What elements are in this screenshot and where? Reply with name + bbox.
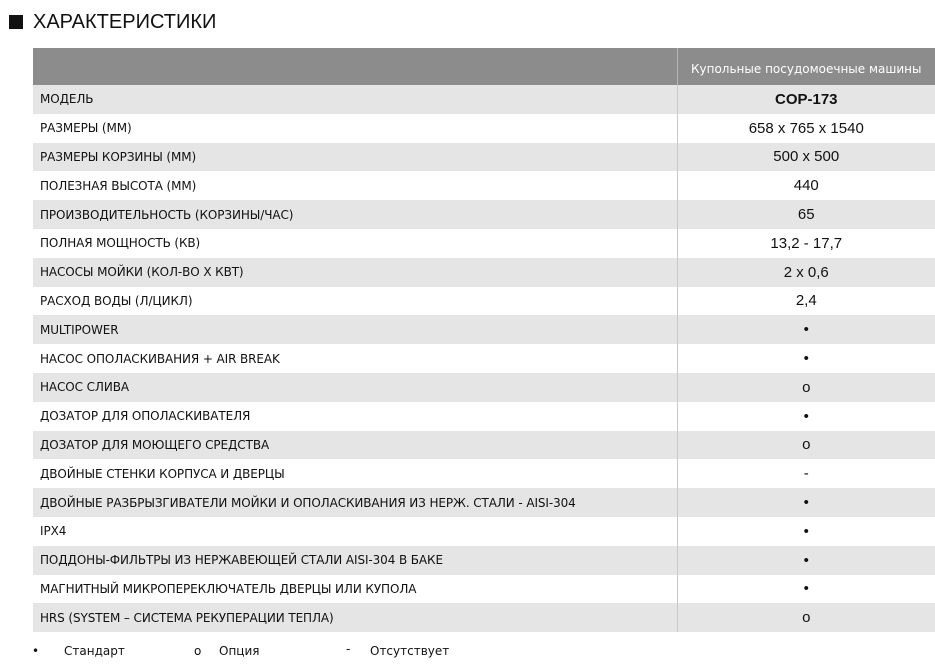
spec-value: • bbox=[676, 574, 935, 604]
spec-value: 2 x 0,6 bbox=[676, 257, 935, 287]
spec-value: • bbox=[676, 488, 935, 517]
table-row: ДВОЙНЫЕ СТЕНКИ КОРПУСА И ДВЕРЦЫ - bbox=[33, 459, 935, 489]
spec-label: НАСОС СЛИВА bbox=[33, 372, 677, 402]
spec-value: 500 x 500 bbox=[676, 142, 935, 172]
spec-label: ПОЛНАЯ МОЩНОСТЬ (КВ) bbox=[33, 228, 677, 258]
table-row: ДВОЙНЫЕ РАЗБРЫЗГИВАТЕЛИ МОЙКИ И ОПОЛАСКИ… bbox=[33, 488, 935, 517]
legend-option-label: Опция bbox=[219, 644, 260, 658]
spec-value: • bbox=[676, 516, 935, 546]
spec-label: МОДЕЛЬ bbox=[33, 85, 677, 114]
section-title: ХАРАКТЕРИСТИКИ bbox=[33, 10, 217, 33]
spec-label: НАСОС ОПОЛАСКИВАНИЯ + AIR BREAK bbox=[33, 344, 677, 373]
table-header-row: Купольные посудомоечные машины bbox=[33, 48, 935, 85]
legend-absent-label: Отсутствует bbox=[370, 644, 450, 658]
specs-table-body: МОДЕЛЬ COP-173 РАЗМЕРЫ (ММ) 658 x 765 x 154… bbox=[33, 85, 935, 633]
spec-label: ПРОИЗВОДИТЕЛЬНОСТЬ (КОРЗИНЫ/ЧАС) bbox=[33, 200, 677, 229]
spec-label: РАЗМЕРЫ КОРЗИНЫ (ММ) bbox=[33, 142, 677, 172]
spec-value: • bbox=[676, 315, 935, 345]
legend-standard-symbol: • bbox=[32, 644, 40, 658]
spec-label: ПОЛЕЗНАЯ ВЫСОТА (ММ) bbox=[33, 171, 677, 201]
spec-value: • bbox=[676, 401, 935, 431]
legend: • Стандарт o Опция - Отсутствует bbox=[0, 642, 935, 662]
spec-label: HRS (SYSTEM – СИСТЕМА РЕКУПЕРАЦИИ ТЕПЛА) bbox=[33, 603, 677, 633]
spec-value: o bbox=[676, 372, 935, 402]
table-row: HRS (SYSTEM – СИСТЕМА РЕКУПЕРАЦИИ ТЕПЛА)… bbox=[33, 603, 935, 633]
spec-label: ДВОЙНЫЕ СТЕНКИ КОРПУСА И ДВЕРЦЫ bbox=[33, 459, 677, 489]
spec-label: ДОЗАТОР ДЛЯ МОЮЩЕГО СРЕДСТВА bbox=[33, 430, 677, 460]
spec-value: 658 x 765 x 1540 bbox=[676, 113, 935, 143]
table-row: MULTIPOWER • bbox=[33, 315, 935, 345]
spec-value: o bbox=[676, 603, 935, 633]
legend-option-symbol: o bbox=[194, 644, 202, 658]
spec-value: • bbox=[676, 344, 935, 373]
table-row: ПРОИЗВОДИТЕЛЬНОСТЬ (КОРЗИНЫ/ЧАС) 65 bbox=[33, 200, 935, 229]
spec-label: РАЗМЕРЫ (ММ) bbox=[33, 113, 677, 143]
table-row: МОДЕЛЬ COP-173 bbox=[33, 85, 935, 114]
spec-label: ПОДДОНЫ-ФИЛЬТРЫ ИЗ НЕРЖАВЕЮЩЕЙ СТАЛИ AIS… bbox=[33, 545, 677, 575]
table-row: ПОЛНАЯ МОЩНОСТЬ (КВ) 13,2 - 17,7 bbox=[33, 228, 935, 258]
table-row: ДОЗАТОР ДЛЯ ОПОЛАСКИВАТЕЛЯ • bbox=[33, 401, 935, 431]
table-row: РАСХОД ВОДЫ (Л/ЦИКЛ) 2,4 bbox=[33, 286, 935, 316]
spec-value: 65 bbox=[676, 200, 935, 229]
table-row: НАСОС ОПОЛАСКИВАНИЯ + AIR BREAK • bbox=[33, 344, 935, 373]
table-row: ДОЗАТОР ДЛЯ МОЮЩЕГО СРЕДСТВА o bbox=[33, 430, 935, 460]
section-square-icon bbox=[9, 15, 23, 29]
table-row: IPX4 • bbox=[33, 516, 935, 546]
table-row: РАЗМЕРЫ (ММ) 658 x 765 x 1540 bbox=[33, 113, 935, 143]
spec-label: ДОЗАТОР ДЛЯ ОПОЛАСКИВАТЕЛЯ bbox=[33, 401, 677, 431]
legend-absent-symbol: - bbox=[346, 642, 351, 656]
spec-value: • bbox=[676, 545, 935, 575]
column-header: Купольные посудомоечные машины bbox=[677, 48, 935, 85]
spec-value: - bbox=[676, 459, 935, 489]
section-header: ХАРАКТЕРИСТИКИ bbox=[9, 10, 216, 34]
header-spacer bbox=[33, 48, 678, 85]
spec-label: ДВОЙНЫЕ РАЗБРЫЗГИВАТЕЛИ МОЙКИ И ОПОЛАСКИ… bbox=[33, 488, 677, 517]
legend-standard-label: Стандарт bbox=[64, 644, 125, 658]
spec-value: o bbox=[676, 430, 935, 460]
table-row: ПОЛЕЗНАЯ ВЫСОТА (ММ) 440 bbox=[33, 171, 935, 201]
spec-label: IPX4 bbox=[33, 516, 677, 546]
spec-value: 2,4 bbox=[676, 286, 935, 316]
spec-label: РАСХОД ВОДЫ (Л/ЦИКЛ) bbox=[33, 286, 677, 316]
spec-value: 13,2 - 17,7 bbox=[676, 228, 935, 258]
table-row: НАСОС СЛИВА o bbox=[33, 372, 935, 402]
spec-label: MULTIPOWER bbox=[33, 315, 677, 345]
spec-value: 440 bbox=[676, 171, 935, 201]
spec-label: МАГНИТНЫЙ МИКРОПЕРЕКЛЮЧАТЕЛЬ ДВЕРЦЫ ИЛИ … bbox=[33, 574, 677, 604]
specs-table: Купольные посудомоечные машины МОДЕЛЬ COP… bbox=[33, 48, 935, 633]
table-row: НАСОСЫ МОЙКИ (КОЛ-ВО Х КВТ) 2 x 0,6 bbox=[33, 257, 935, 287]
spec-value: COP-173 bbox=[676, 85, 935, 114]
table-row: РАЗМЕРЫ КОРЗИНЫ (ММ) 500 x 500 bbox=[33, 142, 935, 172]
table-row: ПОДДОНЫ-ФИЛЬТРЫ ИЗ НЕРЖАВЕЮЩЕЙ СТАЛИ AIS… bbox=[33, 545, 935, 575]
table-row: МАГНИТНЫЙ МИКРОПЕРЕКЛЮЧАТЕЛЬ ДВЕРЦЫ ИЛИ … bbox=[33, 574, 935, 604]
spec-label: НАСОСЫ МОЙКИ (КОЛ-ВО Х КВТ) bbox=[33, 257, 677, 287]
